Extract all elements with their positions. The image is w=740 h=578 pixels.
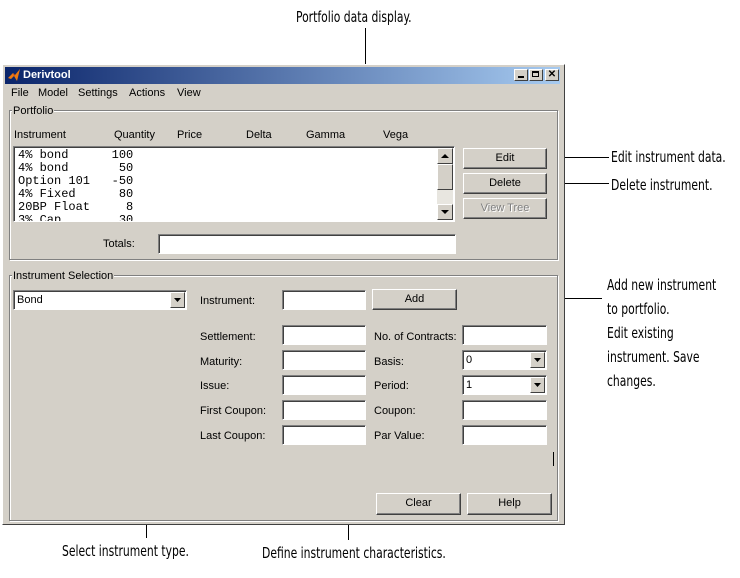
settlement-label: Settlement: xyxy=(200,331,256,343)
annotation-edit-instrument: Edit instrument data. xyxy=(611,148,726,166)
chevron-down-icon xyxy=(174,298,181,302)
title-bar: Derivtool ✕ xyxy=(5,67,560,84)
period-dropdown-button[interactable] xyxy=(530,377,545,393)
menu-model[interactable]: Model xyxy=(38,87,68,99)
menu-file[interactable]: File xyxy=(11,87,29,99)
period-value: 1 xyxy=(466,379,473,391)
first-coupon-label: First Coupon: xyxy=(200,405,267,417)
chevron-down-icon xyxy=(534,383,541,387)
instrument-type-select[interactable]: Bond xyxy=(13,290,187,310)
view-tree-button[interactable]: View Tree xyxy=(463,198,547,219)
matlab-logo-icon xyxy=(8,69,20,81)
annotation-define-characteristics: Define instrument characteristics. xyxy=(262,544,446,562)
edit-button[interactable]: Edit xyxy=(463,148,547,169)
menu-settings[interactable]: Settings xyxy=(78,87,118,99)
basis-value: 0 xyxy=(466,354,473,366)
edge-marker xyxy=(553,452,554,466)
scroll-up-icon xyxy=(441,154,449,158)
scroll-up-button[interactable] xyxy=(437,148,453,164)
header-gamma: Gamma xyxy=(306,129,346,141)
instrument-label: Instrument: xyxy=(200,295,256,307)
maturity-label: Maturity: xyxy=(200,356,243,368)
delete-button[interactable]: Delete xyxy=(463,173,547,194)
totals-label: Totals: xyxy=(103,238,135,250)
list-item[interactable]: 3% Cap 30 xyxy=(18,214,133,222)
maximize-button[interactable] xyxy=(529,69,543,81)
basis-label: Basis: xyxy=(374,356,404,368)
menu-view[interactable]: View xyxy=(177,87,201,99)
portfolio-scrollbar[interactable] xyxy=(437,148,453,220)
instrument-selection-group xyxy=(9,275,558,521)
chevron-down-icon xyxy=(534,358,541,362)
contracts-field[interactable] xyxy=(462,325,547,345)
portfolio-list[interactable]: 4% bond 100 4% bond 50 Option 101 -50 4%… xyxy=(13,146,455,222)
coupon-field[interactable] xyxy=(462,400,547,420)
instrument-selection-label: Instrument Selection xyxy=(12,270,115,282)
last-coupon-field[interactable] xyxy=(282,425,366,445)
header-price: Price xyxy=(177,129,203,141)
header-delta: Delta xyxy=(246,129,272,141)
header-vega: Vega xyxy=(383,129,409,141)
annotation-select-type: Select instrument type. xyxy=(62,542,189,560)
clear-button[interactable]: Clear xyxy=(376,493,461,515)
derivtool-window: Derivtool ✕ File Model Settings Actions … xyxy=(2,64,565,525)
minimize-icon xyxy=(518,76,524,78)
annotation-add-line-1: Add new instrument xyxy=(607,276,717,294)
portfolio-group-label: Portfolio xyxy=(12,105,55,117)
help-button[interactable]: Help xyxy=(467,493,552,515)
scroll-down-icon xyxy=(441,210,449,214)
instrument-name-field[interactable] xyxy=(282,290,366,310)
minimize-button[interactable] xyxy=(514,69,528,81)
header-instrument: Instrument xyxy=(14,129,66,141)
annotation-delete-instrument: Delete instrument. xyxy=(611,176,713,194)
maturity-field[interactable] xyxy=(282,350,366,370)
scroll-down-button[interactable] xyxy=(437,204,453,220)
annotation-add-line-5: changes. xyxy=(607,372,656,390)
annotation-add-line-3: Edit existing xyxy=(607,324,674,342)
header-quantity: Quantity xyxy=(114,129,155,141)
add-button[interactable]: Add xyxy=(372,289,457,310)
period-select[interactable]: 1 xyxy=(462,375,547,395)
period-label: Period: xyxy=(374,380,409,392)
coupon-label: Coupon: xyxy=(374,405,416,417)
issue-field[interactable] xyxy=(282,375,366,395)
settlement-field[interactable] xyxy=(282,325,366,345)
close-button[interactable]: ✕ xyxy=(545,69,559,81)
annotation-add-line-4: instrument. Save xyxy=(607,348,700,366)
menu-actions[interactable]: Actions xyxy=(129,87,165,99)
last-coupon-label: Last Coupon: xyxy=(200,430,266,442)
basis-dropdown-button[interactable] xyxy=(530,352,545,368)
par-value-field[interactable] xyxy=(462,425,547,445)
scroll-thumb[interactable] xyxy=(437,164,453,190)
first-coupon-field[interactable] xyxy=(282,400,366,420)
issue-label: Issue: xyxy=(200,380,230,392)
contracts-label: No. of Contracts: xyxy=(374,331,457,343)
annotation-portfolio-display: Portfolio data display. xyxy=(296,8,412,26)
totals-field[interactable] xyxy=(158,234,456,254)
basis-select[interactable]: 0 xyxy=(462,350,547,370)
maximize-icon xyxy=(532,71,539,77)
instrument-type-value: Bond xyxy=(17,294,43,306)
close-icon: ✕ xyxy=(547,69,557,80)
par-value-label: Par Value: xyxy=(374,430,425,442)
window-title: Derivtool xyxy=(23,69,71,81)
annotation-add-line-2: to portfolio. xyxy=(607,300,670,318)
instrument-type-dropdown-button[interactable] xyxy=(170,292,185,308)
